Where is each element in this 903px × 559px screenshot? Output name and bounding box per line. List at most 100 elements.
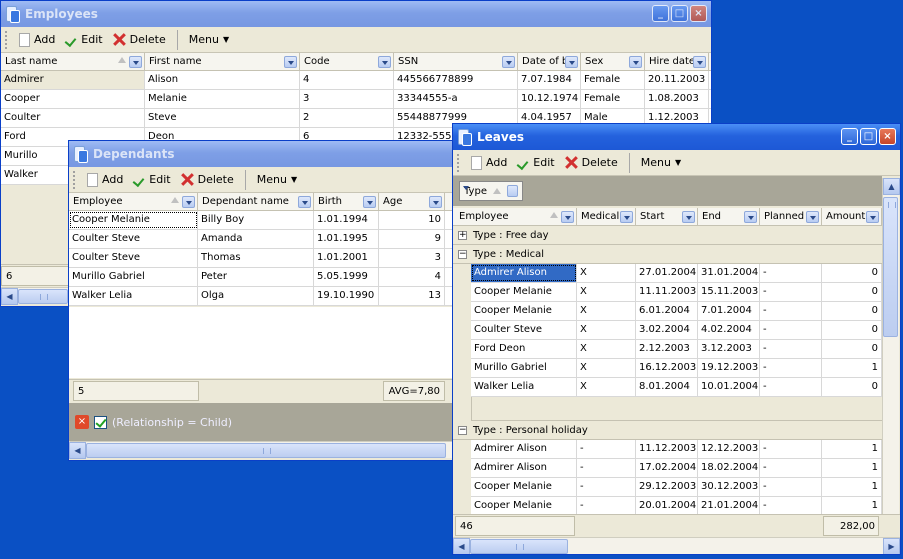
table-cell[interactable]: 27.01.2004 — [636, 264, 698, 282]
table-cell[interactable]: 4 — [300, 71, 394, 89]
filter-dropdown-icon[interactable] — [182, 196, 195, 208]
minimize-button[interactable]: _ — [841, 128, 858, 145]
table-cell[interactable]: Cooper Melanie — [471, 478, 577, 496]
table-cell[interactable]: Admirer Alison — [471, 459, 577, 477]
table-cell[interactable]: 15.11.2003 — [698, 283, 760, 301]
filter-dropdown-icon[interactable] — [866, 211, 879, 223]
table-cell[interactable]: Murillo Gabriel — [69, 268, 198, 286]
table-cell[interactable]: 21.01.2004 — [698, 497, 760, 515]
column-header-employee[interactable]: Employee — [453, 208, 577, 225]
filter-dropdown-icon[interactable] — [744, 211, 757, 223]
column-header-hire-date[interactable]: Hire date — [645, 53, 709, 70]
scroll-left-icon[interactable]: ◀ — [1, 287, 18, 305]
table-cell[interactable]: Coulter Steve — [69, 249, 198, 267]
table-cell[interactable]: 20.11.2003 — [645, 71, 709, 89]
table-cell[interactable]: 31.01.2004 — [698, 264, 760, 282]
filter-dropdown-icon[interactable] — [378, 56, 391, 68]
clear-filter-icon[interactable]: × — [75, 415, 89, 429]
delete-button[interactable]: Delete — [560, 152, 623, 174]
toolbar-grip[interactable] — [73, 170, 76, 189]
menu-button[interactable]: Menu ▼ — [636, 152, 686, 174]
table-cell[interactable]: 0 — [822, 378, 882, 396]
column-header-dependant-name[interactable]: Dependant name — [198, 193, 314, 210]
column-header-ssn[interactable]: SSN — [394, 53, 518, 70]
table-row[interactable]: Admirer Alison X 27.01.2004 31.01.2004-0 — [471, 264, 882, 283]
maximize-button[interactable]: □ — [671, 5, 688, 22]
table-cell[interactable]: 1.01.1994 — [314, 211, 379, 229]
filter-dropdown-icon[interactable] — [506, 185, 518, 197]
table-cell[interactable]: 33344555-a — [394, 90, 518, 108]
table-cell[interactable]: 16.12.2003 — [636, 359, 698, 377]
scroll-thumb[interactable] — [86, 442, 446, 458]
table-cell[interactable]: - — [760, 440, 822, 458]
table-cell[interactable]: 19.12.2003 — [698, 359, 760, 377]
filter-enabled-checkbox[interactable] — [94, 415, 107, 429]
table-cell[interactable]: Melanie — [145, 90, 300, 108]
collapse-icon[interactable]: − — [458, 250, 467, 259]
table-cell[interactable]: Alison — [145, 71, 300, 89]
scroll-right-icon[interactable]: ▶ — [883, 537, 900, 554]
delete-button[interactable]: Delete — [108, 29, 171, 51]
column-header-birth[interactable]: Birth — [314, 193, 379, 210]
table-row[interactable]: Murillo Gabriel X 16.12.2003 19.12.2003-1 — [471, 359, 882, 378]
table-cell[interactable]: 4.02.2004 — [698, 321, 760, 339]
table-cell[interactable]: 3 — [379, 249, 445, 267]
table-cell[interactable]: Amanda — [198, 230, 314, 248]
table-cell[interactable]: - — [577, 478, 636, 496]
table-row[interactable]: Cooper Melanie X 6.01.2004 7.01.2004-0 — [471, 302, 882, 321]
table-cell[interactable]: Walker Lelia — [69, 287, 198, 305]
column-header-date-of-birth[interactable]: Date of b — [518, 53, 581, 70]
table-cell[interactable]: 11.11.2003 — [636, 283, 698, 301]
table-cell[interactable]: Female — [581, 90, 645, 108]
table-row[interactable]: Cooper Melanie X 11.11.2003 15.11.2003-0 — [471, 283, 882, 302]
table-row[interactable]: Cooper Melanie 3 33344555-a 10.12.1974 Female… — [1, 90, 711, 109]
collapse-icon[interactable]: − — [458, 426, 467, 435]
table-cell[interactable]: Peter — [198, 268, 314, 286]
table-cell[interactable]: 8.01.2004 — [636, 378, 698, 396]
table-cell[interactable]: X — [577, 378, 636, 396]
table-cell[interactable]: 3 — [300, 90, 394, 108]
table-cell[interactable]: 1 — [822, 359, 882, 377]
group-row-personal-holiday[interactable]: − Type : Personal holiday — [453, 421, 882, 440]
scroll-thumb[interactable] — [18, 288, 68, 304]
table-cell[interactable]: - — [577, 497, 636, 515]
column-header-amount[interactable]: Amount — [822, 208, 882, 225]
filter-text[interactable]: (Relationship = Child) — [112, 416, 232, 429]
edit-button[interactable]: Edit — [512, 152, 559, 174]
scroll-up-icon[interactable]: ▲ — [883, 178, 900, 195]
table-cell[interactable]: 0 — [822, 283, 882, 301]
table-cell[interactable]: 12.12.2003 — [698, 440, 760, 458]
table-cell[interactable]: X — [577, 321, 636, 339]
menu-button[interactable]: Menu ▼ — [184, 29, 234, 51]
table-cell[interactable]: - — [760, 359, 822, 377]
table-cell[interactable]: Cooper — [1, 90, 145, 108]
filter-dropdown-icon[interactable] — [561, 211, 574, 223]
table-cell[interactable]: 10.12.1974 — [518, 90, 581, 108]
column-header-employee[interactable]: Employee — [69, 193, 198, 210]
table-cell[interactable]: - — [577, 459, 636, 477]
table-cell[interactable]: 0 — [822, 321, 882, 339]
table-cell[interactable]: - — [760, 378, 822, 396]
table-cell[interactable]: Olga — [198, 287, 314, 305]
add-button[interactable]: Add — [82, 169, 128, 191]
filter-dropdown-icon[interactable] — [682, 211, 695, 223]
table-cell[interactable]: Murillo Gabriel — [471, 359, 577, 377]
group-row-free-day[interactable]: + Type : Free day — [453, 226, 882, 245]
filter-dropdown-icon[interactable] — [693, 56, 706, 68]
table-cell[interactable]: 445566778899 — [394, 71, 518, 89]
column-header-sex[interactable]: Sex — [581, 53, 645, 70]
scroll-thumb[interactable] — [883, 197, 898, 337]
column-header-medical[interactable]: Medical — [577, 208, 636, 225]
toolbar-grip[interactable] — [5, 30, 8, 49]
column-header-age[interactable]: Age — [379, 193, 445, 210]
delete-button[interactable]: Delete — [176, 169, 239, 191]
table-cell[interactable]: 29.12.2003 — [636, 478, 698, 496]
group-row-medical[interactable]: − Type : Medical — [453, 245, 882, 264]
table-cell[interactable]: - — [760, 459, 822, 477]
table-cell[interactable]: Coulter Steve — [471, 321, 577, 339]
filter-dropdown-icon[interactable] — [284, 56, 297, 68]
scroll-left-icon[interactable]: ◀ — [69, 441, 86, 459]
table-cell[interactable]: - — [760, 283, 822, 301]
scroll-thumb[interactable] — [470, 538, 568, 554]
table-cell[interactable]: 18.02.2004 — [698, 459, 760, 477]
